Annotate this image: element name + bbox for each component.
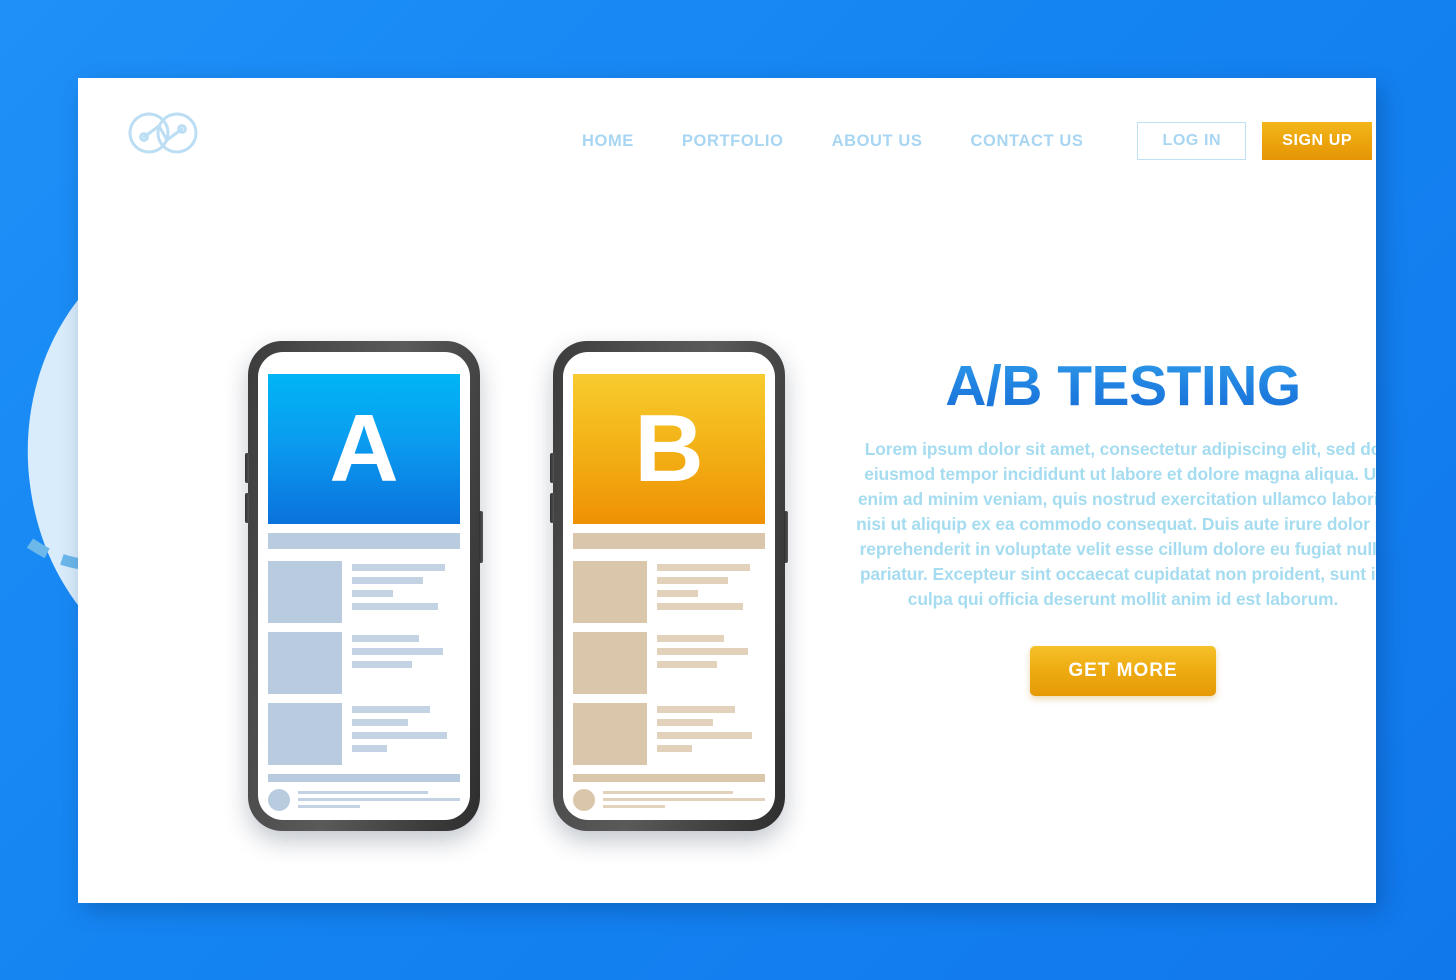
text-line: [298, 798, 460, 801]
variant-b-section-divider: [573, 774, 765, 782]
thumbnail-placeholder: [573, 632, 647, 694]
content-row: [573, 632, 765, 694]
text-line: [352, 635, 419, 642]
text-line: [352, 648, 443, 655]
text-line: [657, 635, 724, 642]
text-line: [657, 590, 699, 597]
text-line: [657, 661, 718, 668]
text-line: [352, 706, 430, 713]
infinity-logo-icon[interactable]: [126, 106, 200, 160]
hero-text-column: A/B TESTING Lorem ipsum dolor sit amet, …: [838, 358, 1376, 697]
login-button[interactable]: LOG IN: [1137, 122, 1247, 160]
text-line: [352, 732, 448, 739]
text-line: [352, 603, 439, 610]
page-root: HOME PORTFOLIO ABOUT US CONTACT US LOG I…: [0, 0, 1456, 980]
thumbnail-placeholder: [268, 703, 342, 765]
text-line: [657, 564, 750, 571]
phone-volume-up-button[interactable]: [245, 453, 249, 483]
phone-power-button[interactable]: [784, 511, 788, 563]
variant-b-letter: B: [634, 395, 704, 502]
text-line: [298, 791, 428, 794]
page-card: HOME PORTFOLIO ABOUT US CONTACT US LOG I…: [78, 78, 1376, 903]
content-row: [268, 632, 460, 694]
content-row: [268, 703, 460, 765]
text-line: [657, 732, 753, 739]
site-header: HOME PORTFOLIO ABOUT US CONTACT US LOG I…: [78, 78, 1376, 198]
text-line: [352, 745, 387, 752]
signup-button[interactable]: SIGN UP: [1262, 122, 1373, 160]
text-line: [352, 719, 409, 726]
thumbnail-placeholder: [268, 632, 342, 694]
thumbnail-placeholder: [573, 561, 647, 623]
variant-a-letter: A: [329, 395, 399, 502]
get-more-button[interactable]: GET MORE: [1030, 646, 1216, 697]
text-line-group: [298, 789, 460, 812]
avatar: [573, 789, 595, 811]
phone-mockup-variant-a: A: [245, 341, 483, 831]
variant-a-feed-list: [268, 789, 460, 820]
phone-mockup-variant-b: B: [550, 341, 788, 831]
phone-power-button[interactable]: [479, 511, 483, 563]
variant-b-content-list: [573, 561, 765, 765]
text-line-group: [657, 703, 765, 765]
text-line: [657, 603, 744, 610]
text-line-group: [657, 632, 765, 694]
list-item: [268, 789, 460, 812]
phone-volume-up-button[interactable]: [550, 453, 554, 483]
thumbnail-placeholder: [573, 703, 647, 765]
text-line: [657, 719, 714, 726]
nav-item-about-us[interactable]: ABOUT US: [808, 126, 947, 157]
main-navigation: HOME PORTFOLIO ABOUT US CONTACT US LOG I…: [558, 122, 1373, 160]
nav-item-contact-us[interactable]: CONTACT US: [947, 126, 1108, 157]
text-line: [352, 590, 394, 597]
phone-volume-down-button[interactable]: [245, 493, 249, 523]
variant-a-title-placeholder: [268, 533, 460, 549]
text-line: [298, 805, 360, 808]
text-line: [352, 564, 445, 571]
text-line-group: [352, 703, 460, 765]
text-line: [657, 648, 748, 655]
text-line: [657, 745, 692, 752]
variant-a-section-divider: [268, 774, 460, 782]
thumbnail-placeholder: [268, 561, 342, 623]
variant-a-hero-banner: A: [268, 374, 460, 524]
text-line-group: [657, 561, 765, 623]
text-line: [603, 791, 733, 794]
nav-item-portfolio[interactable]: PORTFOLIO: [658, 126, 808, 157]
content-row: [268, 561, 460, 623]
text-line-group: [603, 789, 765, 812]
text-line: [352, 661, 413, 668]
text-line: [657, 577, 729, 584]
content-row: [573, 703, 765, 765]
page-title: A/B TESTING: [838, 358, 1376, 415]
variant-b-hero-banner: B: [573, 374, 765, 524]
phone-a-screen: A: [258, 352, 470, 820]
list-item: [573, 789, 765, 812]
text-line-group: [352, 561, 460, 623]
text-line-group: [352, 632, 460, 694]
nav-item-home[interactable]: HOME: [558, 126, 658, 157]
variant-a-content-list: [268, 561, 460, 765]
variant-b-title-placeholder: [573, 533, 765, 549]
text-line: [352, 577, 424, 584]
phone-volume-down-button[interactable]: [550, 493, 554, 523]
text-line: [657, 706, 735, 713]
avatar: [268, 789, 290, 811]
text-line: [603, 798, 765, 801]
variant-b-feed-list: [573, 789, 765, 820]
hero-paragraph: Lorem ipsum dolor sit amet, consectetur …: [856, 439, 1376, 610]
phone-b-screen: B: [563, 352, 775, 820]
content-row: [573, 561, 765, 623]
text-line: [603, 805, 665, 808]
